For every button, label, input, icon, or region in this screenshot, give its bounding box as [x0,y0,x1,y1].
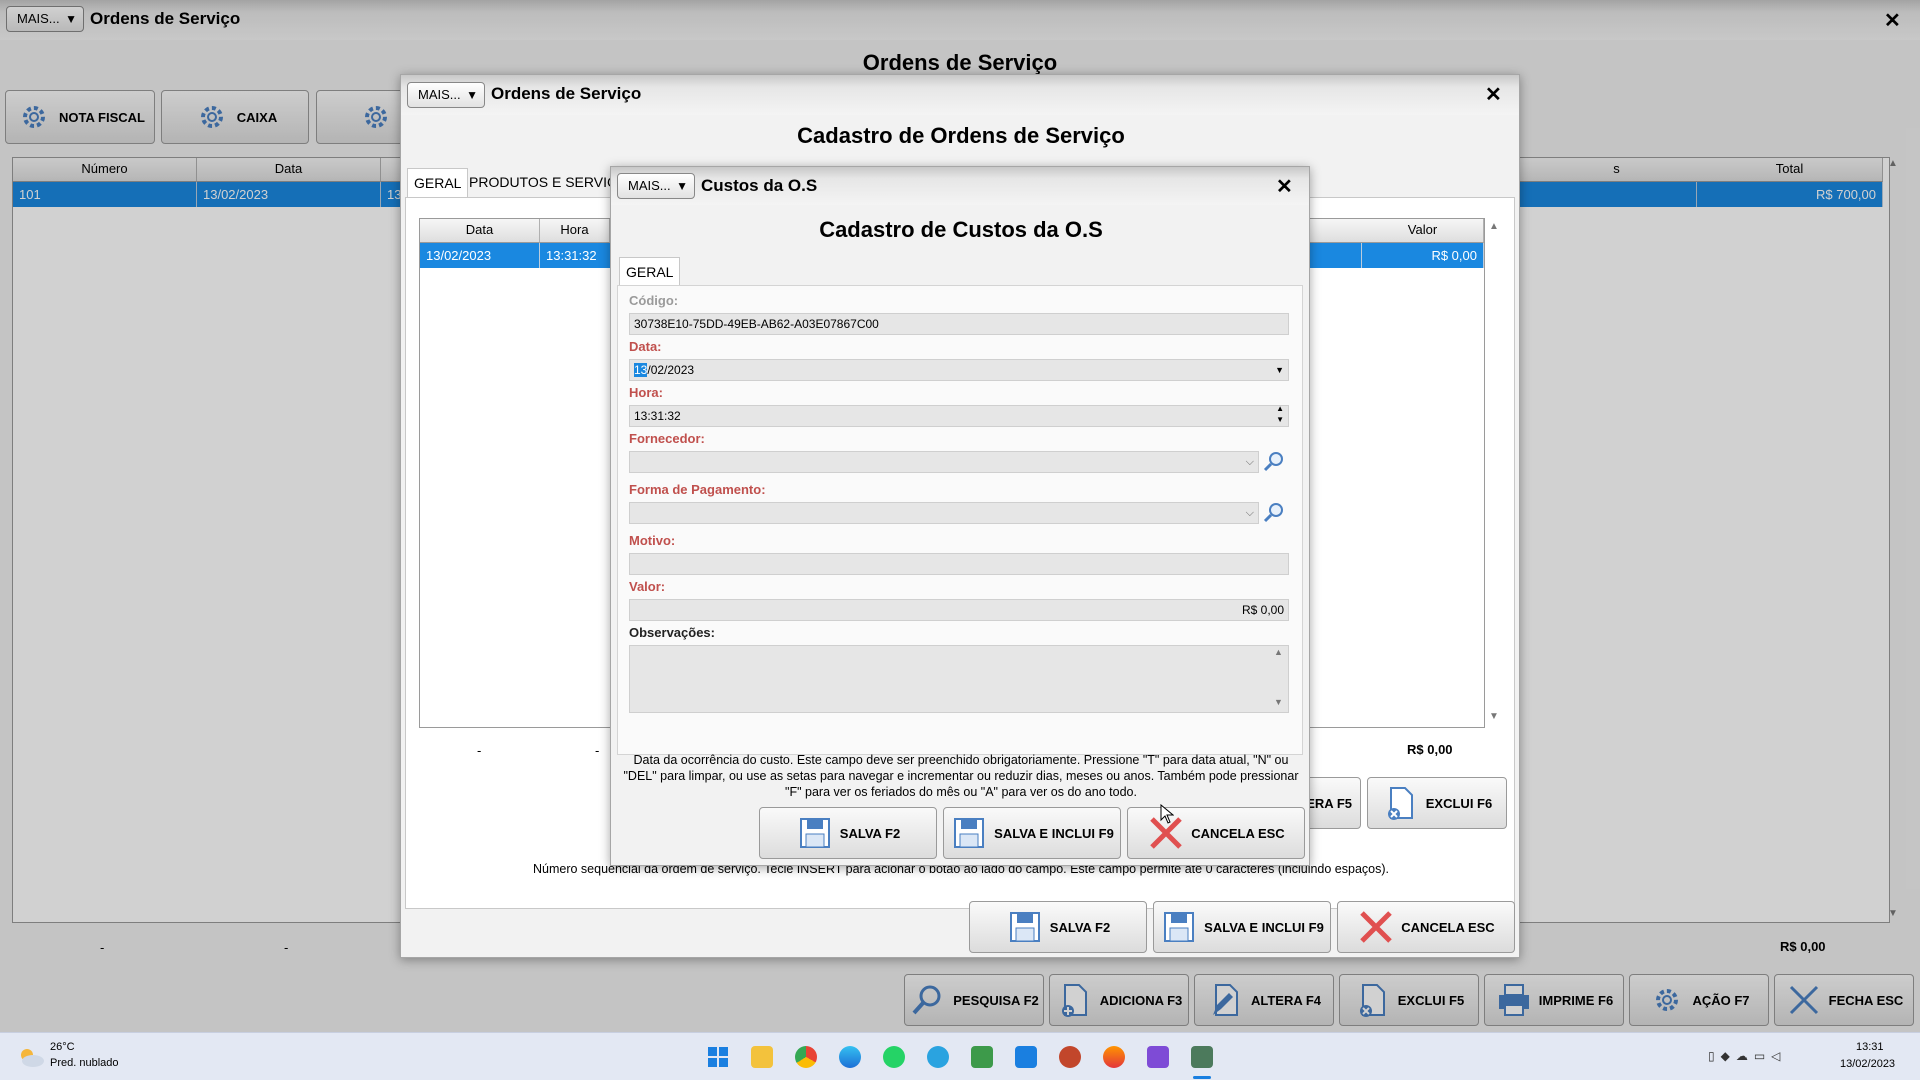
grid-header-hora[interactable]: Hora [540,219,610,243]
taskbar: 26°C Pred. nublado 13:31 13/02/2023 ▯◆☁▭… [0,1032,1920,1080]
grid-header-data[interactable]: Data [420,219,540,243]
motivo-field[interactable] [629,553,1289,575]
motivo-label: Motivo: [629,533,676,548]
valor-label: Valor: [629,579,666,594]
custos-cancela-label: CANCELA ESC [1191,825,1285,841]
active-app-indicator [1193,1076,1211,1079]
cadastro-os-mais-label: MAIS... [418,87,461,102]
clock-time[interactable]: 13:31 [1856,1041,1884,1053]
save-icon [1160,908,1198,946]
hora-label: Hora: [629,385,663,400]
cadastro-os-title: Ordens de Serviço [491,84,642,103]
custos-hint: Data da ocorrência do custo. Este campo … [623,753,1299,799]
os-salva-button[interactable]: SALVA F2 [969,901,1147,953]
custos-cancela-button[interactable]: CANCELA ESC [1127,807,1305,859]
exclui-item-label: EXCLUI F6 [1425,795,1493,811]
custos-title: Custos da O.S [701,176,818,195]
clock-date[interactable]: 13/02/2023 [1840,1058,1895,1070]
grid-header-valor[interactable]: Valor [1362,219,1484,243]
firefox-icon[interactable] [1103,1046,1125,1068]
mouse-cursor-icon [1160,803,1175,827]
fornecedor-select[interactable]: ⌵ [629,451,1259,473]
os-salva-inclui-label: SALVA E INCLUI F9 [1204,919,1324,935]
spreadsheet-icon[interactable] [971,1046,993,1068]
custos-mais-button[interactable]: MAIS... ▼ [617,173,695,199]
os-salva-inclui-button[interactable]: SALVA E INCLUI F9 [1153,901,1331,953]
windows-start-icon[interactable] [707,1046,729,1068]
edge-icon[interactable] [839,1046,861,1068]
scroll-down-icon[interactable]: ▼ [1274,697,1283,707]
scroll-up-icon[interactable]: ▲ [1274,647,1283,657]
chevron-down-icon[interactable]: ⌵ [1246,503,1254,523]
whatsapp-icon[interactable] [883,1046,905,1068]
fornecedor-label: Fornecedor: [629,431,705,446]
custos-salva-label: SALVA F2 [839,825,901,841]
search-icon[interactable] [1263,501,1285,523]
row-data: 13/02/2023 [420,243,540,268]
codigo-field: 30738E10-75DD-49EB-AB62-A03E07867C00 [629,313,1289,335]
weather-temp[interactable]: 26°C [50,1041,75,1053]
save-icon [1006,908,1044,946]
os-cancela-label: CANCELA ESC [1401,919,1495,935]
produtos-footer-b: - [595,743,600,758]
altera-item-label: ERA F5 [1306,795,1352,811]
tab-geral[interactable]: GERAL [619,257,681,286]
erp-app-icon[interactable] [1191,1046,1213,1068]
codigo-label: Código: [629,293,679,308]
forma-pagamento-select[interactable]: ⌵ [629,502,1259,524]
custos-close-button[interactable]: ✕ [1276,174,1293,199]
data-label: Data: [629,339,662,354]
delete-document-icon [1382,784,1420,822]
hora-field[interactable]: 13:31:32 ▲ ▼ [629,404,1289,427]
scroll-up-icon[interactable]: ▲ [1489,221,1499,232]
custos-window: MAIS... ▼ Custos da O.S ✕ Cadastro de Cus… [610,166,1310,866]
dropdown-arrow-icon: ▼ [466,88,478,102]
os-cancela-button[interactable]: CANCELA ESC [1337,901,1515,953]
data-selected-part: 13 [634,363,648,377]
hora-value: 13:31:32 [634,409,681,423]
video-app-icon[interactable] [1147,1046,1169,1068]
cadastro-os-close-button[interactable]: ✕ [1485,82,1502,107]
data-field[interactable]: 13/02/2023 ▼ [629,359,1289,381]
observacoes-textarea[interactable] [629,645,1289,713]
system-tray-icons[interactable]: ▯◆☁▭◁ [1708,1049,1786,1063]
file-explorer-icon[interactable] [751,1046,773,1068]
mail-icon[interactable] [1015,1046,1037,1068]
chevron-down-icon[interactable]: ⌵ [1246,452,1254,472]
data-rest: /02/2023 [647,363,695,377]
valor-field[interactable]: R$ 0,00 [629,599,1289,621]
cadastro-os-heading: Cadastro de Ordens de Serviço [797,123,1125,148]
tab-geral[interactable]: GERAL [407,168,469,197]
custos-salva-button[interactable]: SALVA F2 [759,807,937,859]
custos-heading: Cadastro de Custos da O.S [819,217,1103,242]
exclui-item-button[interactable]: EXCLUI F6 [1367,777,1507,829]
weather-desc[interactable]: Pred. nublado [50,1057,119,1069]
custos-salva-inclui-button[interactable]: SALVA E INCLUI F9 [943,807,1121,859]
dropdown-arrow-icon: ▼ [676,179,688,193]
telegram-icon[interactable] [927,1046,949,1068]
chrome-icon[interactable] [795,1046,817,1068]
row-valor: R$ 0,00 [1362,243,1484,268]
chevron-down-icon[interactable]: ▼ [1275,360,1284,380]
custos-salva-inclui-label: SALVA E INCLUI F9 [994,825,1114,841]
save-icon [796,814,834,852]
cadastro-os-mais-button[interactable]: MAIS... ▼ [407,82,485,108]
os-salva-label: SALVA F2 [1049,919,1111,935]
spin-down-icon[interactable]: ▼ [1276,414,1284,426]
observacoes-label: Observações: [629,625,715,640]
produtos-footer-total: R$ 0,00 [1407,742,1453,757]
search-icon[interactable] [1263,450,1285,472]
weather-icon[interactable] [16,1045,46,1072]
produtos-footer-a: - [477,743,482,758]
cancel-x-icon [1357,908,1395,946]
app-icon-red[interactable] [1059,1046,1081,1068]
custos-mais-label: MAIS... [628,178,671,193]
save-icon [950,814,988,852]
forma-pagamento-label: Forma de Pagamento: [629,482,766,497]
scroll-down-icon[interactable]: ▼ [1489,711,1499,722]
